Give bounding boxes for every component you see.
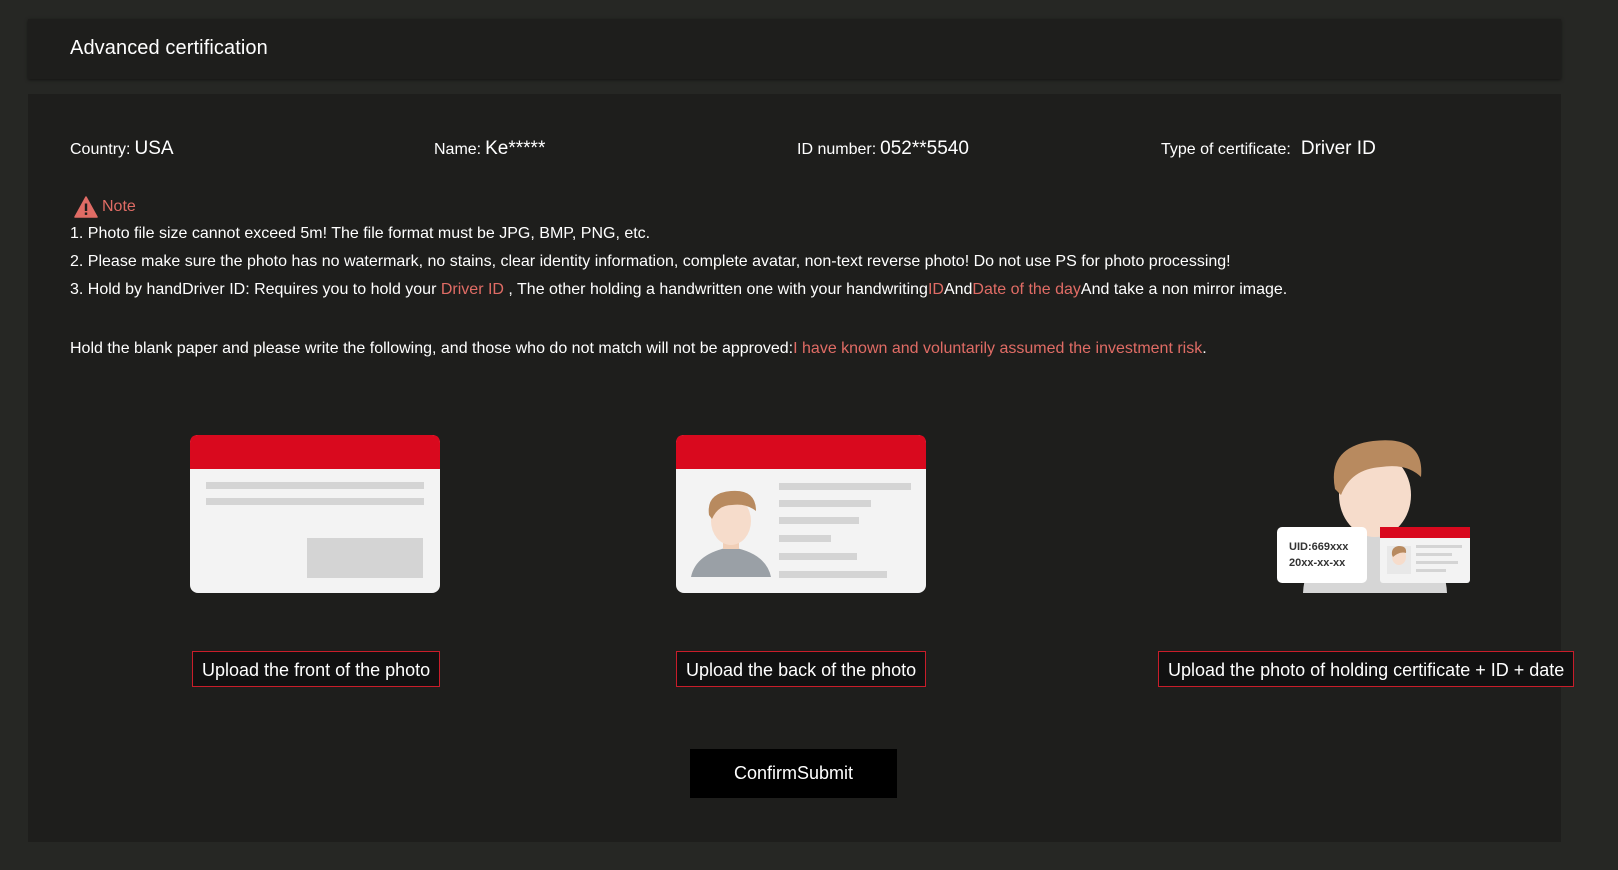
note-line-2: 2. Please make sure the photo has no wat…	[70, 253, 1231, 270]
note-highlight-driver-id: Driver ID	[440, 281, 504, 298]
country-value: USA	[134, 138, 174, 159]
page-title: Advanced certification	[70, 37, 268, 59]
handwriting-phrase: I have known and voluntarily assumed the…	[793, 340, 1203, 357]
id-number-info: ID number: 052**5540	[797, 138, 969, 160]
name-label: Name:	[434, 141, 482, 158]
handwriting-instruction-text: Hold the blank paper and please write th…	[70, 340, 794, 357]
id-number-value: 052**5540	[880, 138, 969, 159]
country-label: Country:	[70, 141, 131, 158]
note-line-3-part-c: , The other holding a handwritten one wi…	[503, 281, 928, 298]
page: Advanced certification Country: USA Name:…	[0, 0, 1618, 870]
upload-front-button[interactable]: Upload the front of the photo	[192, 651, 441, 687]
note-highlight-id: ID	[927, 281, 944, 298]
confirm-submit-button[interactable]: ConfirmSubmit	[690, 749, 897, 798]
id-card-front-image[interactable]	[190, 435, 446, 597]
note-title: Note	[102, 198, 136, 215]
note-line-3-part-e: And	[943, 281, 973, 298]
note-line-3: 3. Hold by handDriver ID: Requires you t…	[70, 276, 1530, 304]
note-highlight-date: Date of the day	[972, 281, 1081, 298]
id-card-back-image[interactable]	[676, 435, 932, 597]
certificate-type-label: Type of certificate:	[1161, 141, 1291, 158]
certificate-type-value: Driver ID	[1300, 138, 1376, 159]
name-value: Ke*****	[485, 138, 546, 159]
id-number-label: ID number:	[797, 141, 877, 158]
info-row: Country: USA Name: Ke***** ID number: 052**…	[70, 138, 1530, 168]
note-line-3-part-g: And take a non mirror image.	[1080, 281, 1288, 298]
holding-certificate-image[interactable]: UID:669xxx 20xx-xx-xx	[1275, 433, 1475, 597]
upload-back-button[interactable]: Upload the back of the photo	[676, 651, 927, 687]
certificate-type-info: Type of certificate: Driver ID	[1161, 138, 1376, 160]
upload-holding-button[interactable]: Upload the photo of holding certificate …	[1158, 651, 1575, 687]
handwriting-instruction: Hold the blank paper and please write th…	[70, 340, 1207, 358]
note-line-3-part-a: 3. Hold by handDriver ID: Requires you t…	[70, 281, 441, 298]
note-block: Note 1. Photo file size cannot exceed 5m…	[70, 194, 1530, 304]
holding-date-text: 20xx-xx-xx	[1289, 557, 1346, 569]
name-info: Name: Ke*****	[434, 138, 545, 160]
note-line-1: 1. Photo file size cannot exceed 5m! The…	[70, 225, 651, 242]
holding-uid-text: UID:669xxx	[1289, 541, 1349, 553]
country-info: Country: USA	[70, 138, 174, 160]
handwriting-instruction-end: .	[1202, 340, 1207, 357]
warning-icon	[74, 196, 98, 218]
main-card: Country: USA Name: Ke***** ID number: 052**…	[28, 94, 1575, 842]
header-card: Advanced certification	[28, 19, 1561, 79]
note-heading: Note	[74, 194, 1530, 220]
